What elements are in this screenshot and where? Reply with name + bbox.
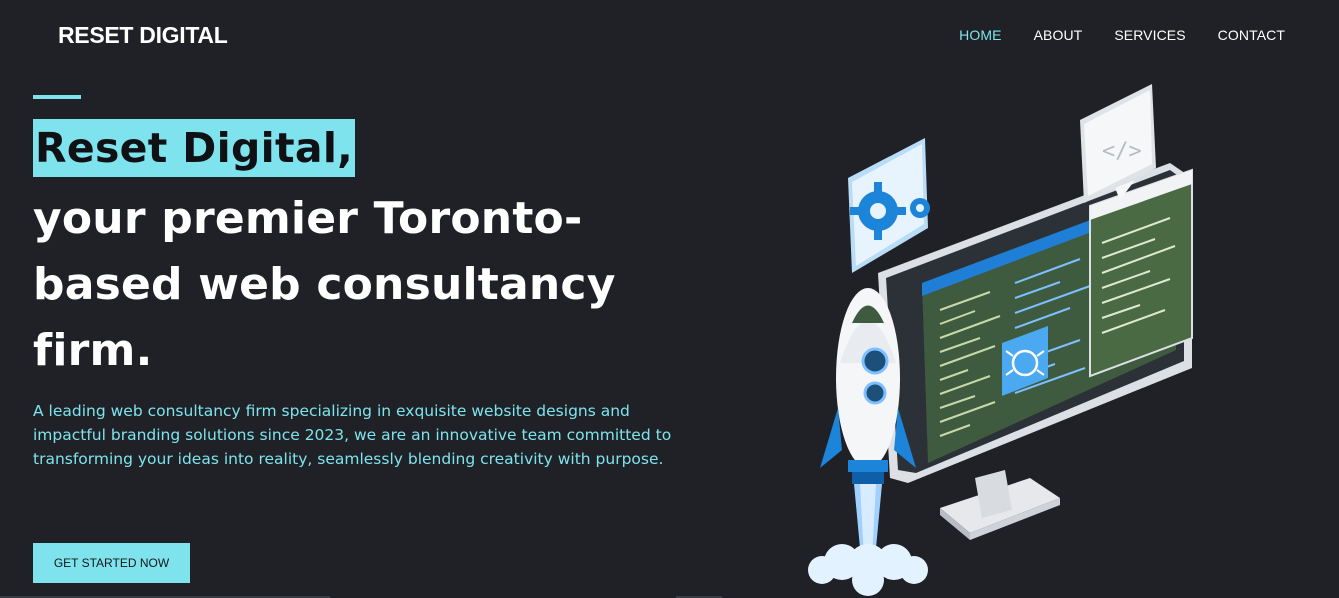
smoke-clouds (808, 544, 928, 596)
headline-highlight: Reset Digital, (33, 119, 356, 177)
headline-line: your premier Toronto- (33, 193, 583, 244)
headline: your premier Toronto- based web consulta… (33, 186, 673, 384)
headline-line: firm. (33, 325, 153, 376)
site-logo[interactable]: RESET DIGITAL (58, 22, 228, 49)
hero-illustration: </> (808, 84, 1193, 596)
accent-line (33, 95, 81, 99)
intro-paragraph: A leading web consultancy firm specializ… (33, 402, 672, 468)
svg-text:</>: </> (1102, 139, 1142, 164)
gear-icon (848, 138, 930, 273)
nav-link-services[interactable]: SERVICES (1114, 27, 1185, 43)
headline-line: based web consultancy (33, 259, 616, 310)
monitor-stand (940, 470, 1060, 540)
nav-link-about[interactable]: ABOUT (1034, 27, 1083, 43)
nav-link-contact[interactable]: CONTACT (1218, 27, 1285, 43)
main-nav: HOME ABOUT SERVICES CONTACT (959, 27, 1285, 43)
get-started-button[interactable]: GET STARTED NOW (33, 543, 190, 583)
nav-link-home[interactable]: HOME (959, 27, 1001, 43)
